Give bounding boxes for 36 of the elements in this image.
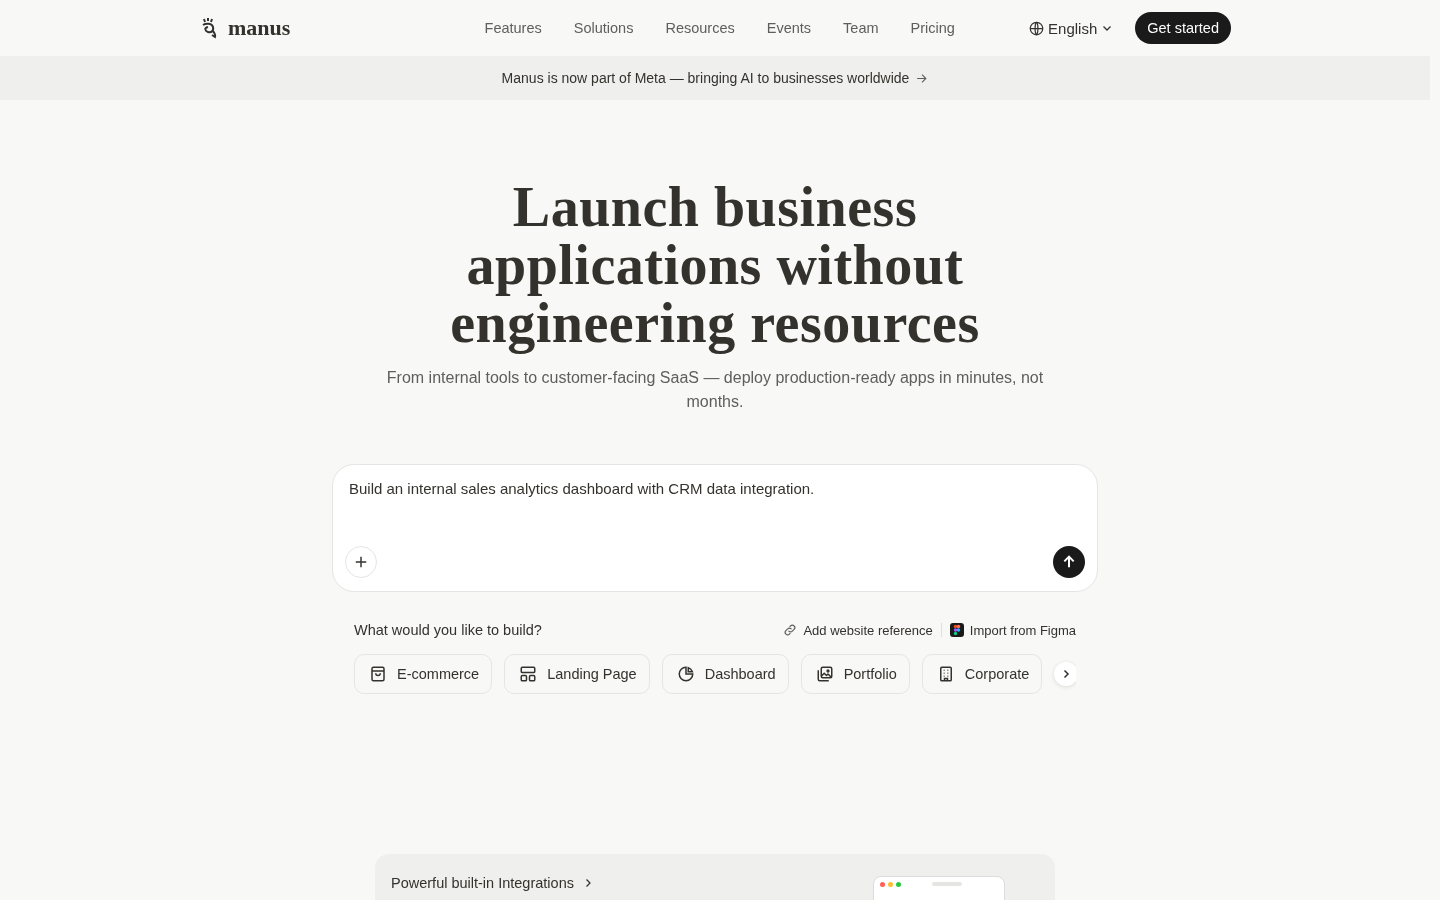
nav-link[interactable]: Features bbox=[484, 20, 542, 36]
images-icon bbox=[815, 665, 834, 683]
template-chip[interactable]: Corporate bbox=[921, 654, 1043, 694]
add-button[interactable] bbox=[345, 546, 377, 578]
pie-chart-icon bbox=[676, 665, 695, 683]
arrow-right-icon bbox=[915, 71, 929, 85]
logo-text[interactable]: manus bbox=[228, 15, 291, 41]
nav-link[interactable]: Events bbox=[766, 20, 812, 36]
integrations-link[interactable]: Powerful built-in Integrations bbox=[391, 875, 594, 891]
hero-subtitle: From internal tools to customer-facing SaaS — deploy production-ready apps in minutes, not months. bbox=[385, 368, 1045, 412]
import-figma-button[interactable]: Import from Figma bbox=[949, 622, 1076, 638]
nav-link[interactable]: Pricing bbox=[910, 20, 955, 36]
add-reference-button[interactable]: Add website reference bbox=[783, 622, 933, 638]
shopping-bag-icon bbox=[369, 665, 387, 683]
build-question: What would you like to build? bbox=[354, 622, 542, 638]
template-chip[interactable]: Portfolio bbox=[800, 654, 910, 694]
next-button[interactable] bbox=[1054, 662, 1076, 686]
template-chip[interactable]: E-commerce bbox=[354, 654, 493, 694]
prompt-field[interactable]: Build an internal sales analytics dashboard with CRM data integration. bbox=[332, 464, 1098, 592]
hero-title: Launch business applications without engineering resources bbox=[449, 178, 981, 352]
nav-link[interactable]: Team bbox=[843, 20, 879, 36]
announcement-link[interactable]: Manus is now part of Meta — bringing AI to businesses worldwide bbox=[501, 70, 929, 86]
template-chip[interactable]: Landing Page bbox=[504, 654, 650, 694]
figma-icon bbox=[949, 623, 964, 637]
globe-icon bbox=[1029, 20, 1045, 36]
plus-icon bbox=[354, 555, 368, 569]
layout-icon bbox=[519, 665, 538, 683]
nav-link[interactable]: Solutions bbox=[573, 20, 634, 36]
link-icon bbox=[783, 623, 798, 637]
arrow-up-icon bbox=[1061, 554, 1077, 570]
get-started-button[interactable]: Get started bbox=[1135, 12, 1231, 44]
nav-link[interactable]: Resources bbox=[665, 20, 735, 36]
language-selector[interactable]: English bbox=[1029, 19, 1114, 37]
template-chip[interactable]: Dashboard bbox=[661, 654, 789, 694]
prompt-input[interactable]: Build an internal sales analytics dashboard with CRM data integration. bbox=[333, 465, 1097, 535]
send-button[interactable] bbox=[1053, 546, 1085, 578]
